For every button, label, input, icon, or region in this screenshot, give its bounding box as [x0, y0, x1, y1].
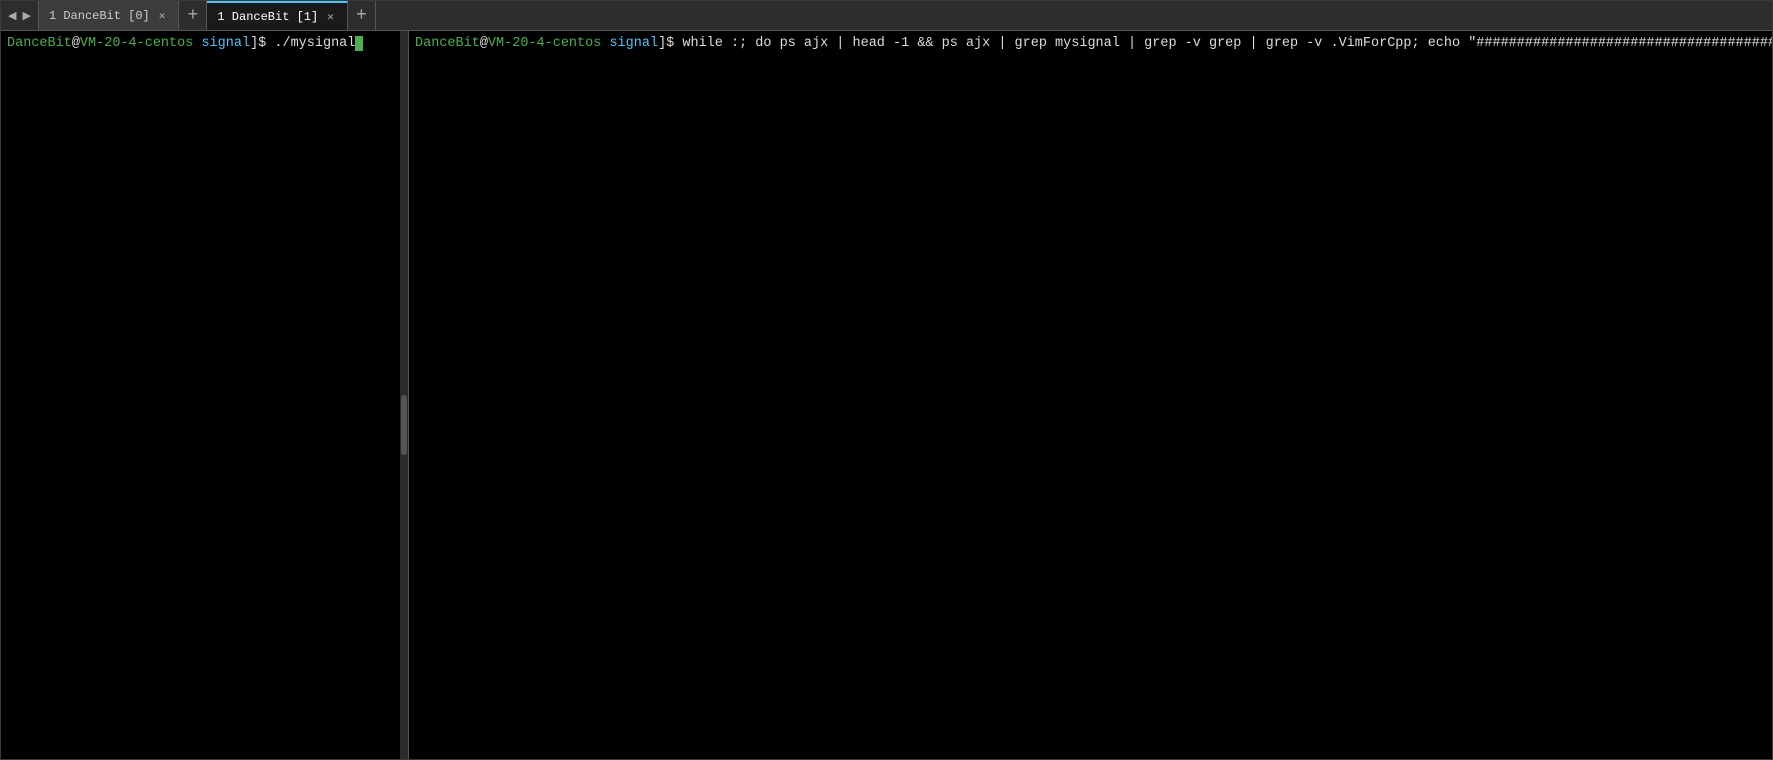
tab-bar: ◀ ▶ 1 DanceBit [0] ✕ + 1 DanceBit [1] ✕ …	[1, 1, 1772, 31]
tab-next-button[interactable]: ▶	[19, 7, 33, 24]
pane-right: DanceBit@VM-20-4-centos signal]$ while :…	[409, 31, 1772, 759]
tab-nav-buttons: ◀ ▶	[1, 1, 39, 30]
pane-left-scrollbar[interactable]	[400, 31, 408, 759]
tab-0-label: 1 DanceBit [0]	[49, 9, 150, 23]
pane-left-scrollbar-thumb[interactable]	[401, 395, 407, 455]
terminal-window: ◀ ▶ 1 DanceBit [0] ✕ + 1 DanceBit [1] ✕ …	[0, 0, 1773, 760]
pane-left-content[interactable]: DanceBit@VM-20-4-centos signal]$ ./mysig…	[1, 31, 408, 759]
new-tab-button-right[interactable]: +	[348, 1, 376, 30]
pane-left-command: ./mysignal	[274, 36, 355, 51]
pane-right-prompt-path: signal	[609, 36, 658, 51]
pane-left: DanceBit@VM-20-4-centos signal]$ ./mysig…	[1, 31, 409, 759]
pane-left-cursor	[355, 36, 363, 51]
pane-right-content[interactable]: DanceBit@VM-20-4-centos signal]$ while :…	[409, 31, 1772, 759]
tab-0-close[interactable]: ✕	[156, 8, 169, 24]
pane-left-prompt-path: signal	[201, 36, 250, 51]
tab-prev-button[interactable]: ◀	[5, 7, 19, 24]
pane-left-prompt-host: VM-20-4-centos	[80, 36, 193, 51]
tab-1[interactable]: 1 DanceBit [1] ✕	[207, 1, 347, 30]
tab-1-label: 1 DanceBit [1]	[217, 10, 318, 24]
tab-0[interactable]: 1 DanceBit [0] ✕	[39, 1, 179, 30]
tab-1-close[interactable]: ✕	[324, 9, 337, 25]
pane-right-prompt-user: DanceBit	[415, 36, 480, 51]
pane-right-prompt-host: VM-20-4-centos	[488, 36, 601, 51]
pane-right-command: while :; do ps ajx | head -1 && ps ajx |…	[682, 36, 1772, 51]
new-tab-button-left[interactable]: +	[179, 1, 207, 30]
pane-left-prompt-user: DanceBit	[7, 36, 72, 51]
terminal-body: DanceBit@VM-20-4-centos signal]$ ./mysig…	[1, 31, 1772, 759]
